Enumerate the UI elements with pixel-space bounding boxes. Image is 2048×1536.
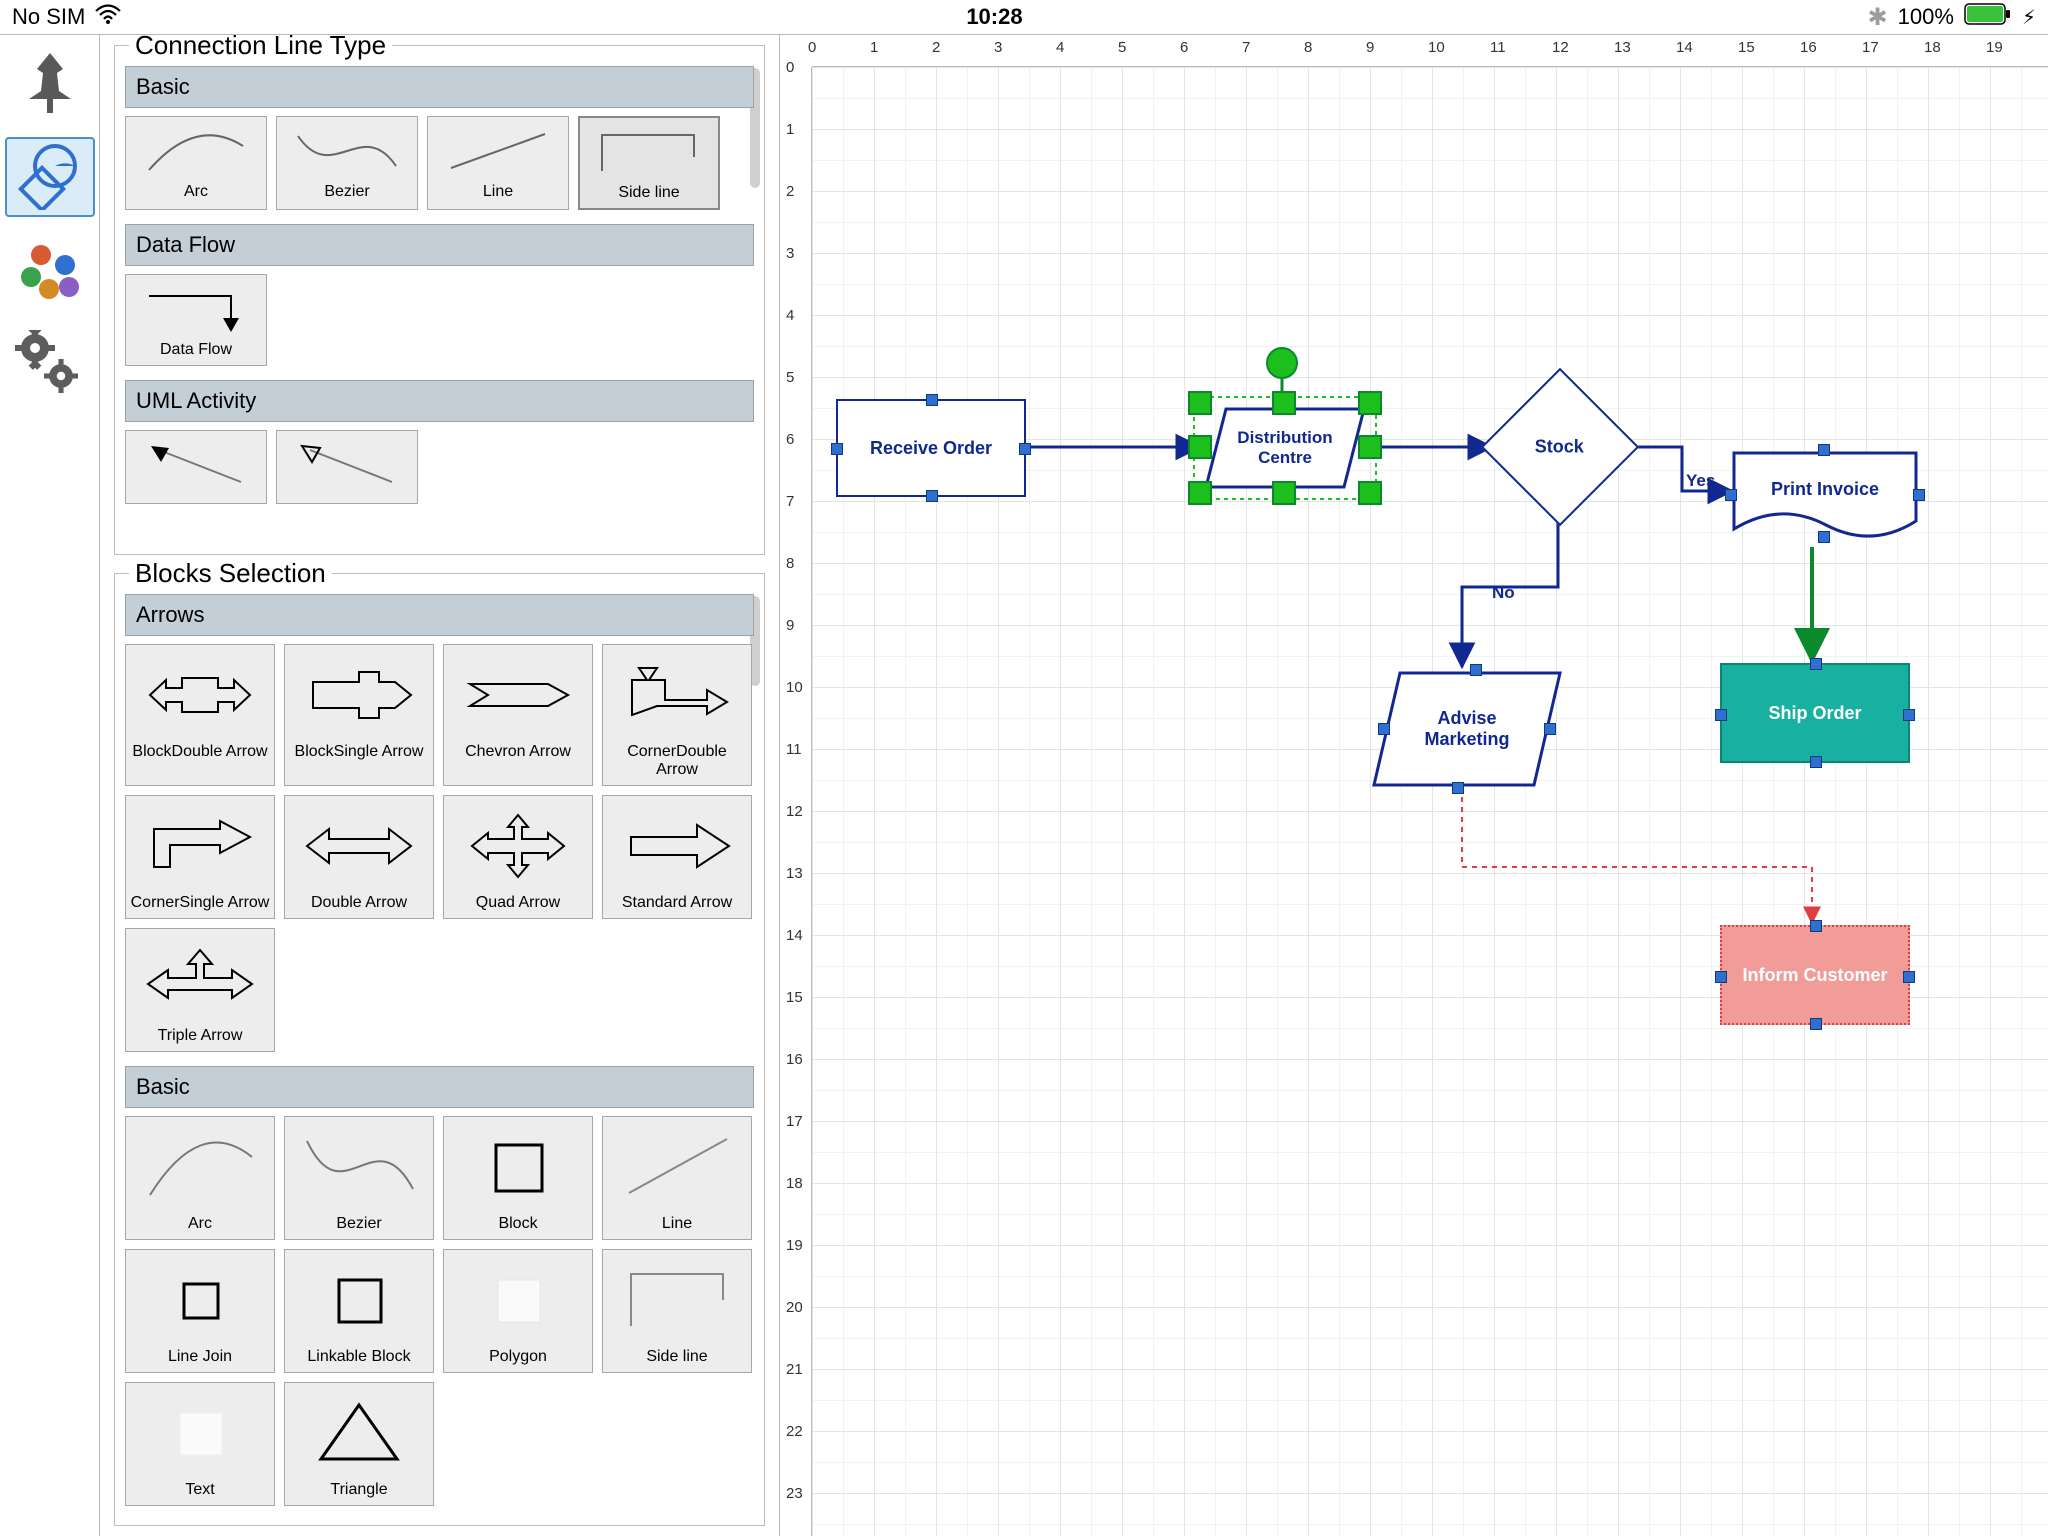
tile-chevron-arrow[interactable]: Chevron Arrow	[443, 644, 593, 786]
section-basic-blocks[interactable]: Basic	[125, 1066, 754, 1108]
charging-icon: ⚡︎	[2022, 5, 2036, 30]
panel-blocks-selection: Blocks Selection Arrows BlockDouble Arro…	[114, 573, 765, 1526]
tool-colors[interactable]	[5, 231, 95, 311]
tile-basic-line[interactable]: Line	[602, 1116, 752, 1240]
node-inform-customer[interactable]: Inform Customer	[1720, 925, 1910, 1025]
node-receive-order[interactable]: Receive Order	[836, 399, 1026, 497]
tile-basic-block[interactable]: Block	[443, 1116, 593, 1240]
tile-block-double-arrow[interactable]: BlockDouble Arrow	[125, 644, 275, 786]
tile-basic-arc[interactable]: Arc	[125, 1116, 275, 1240]
bluetooth-icon: ✱	[1868, 3, 1888, 32]
section-basic[interactable]: Basic	[125, 66, 754, 108]
canvas[interactable]: 01234567891011121314151617181920 0123456…	[780, 35, 2048, 1536]
tile-text[interactable]: Text	[125, 1382, 275, 1506]
node-print-invoice[interactable]: Print Invoice	[1732, 451, 1918, 547]
tile-bezier[interactable]: Bezier	[276, 116, 418, 210]
battery-icon	[1964, 3, 2012, 31]
node-start[interactable]	[1266, 347, 1298, 379]
section-uml-activity[interactable]: UML Activity	[125, 380, 754, 422]
tile-data-flow[interactable]: Data Flow	[125, 274, 267, 366]
section-data-flow[interactable]: Data Flow	[125, 224, 754, 266]
ruler-vertical: 0123456789101112131415161718192021222324	[780, 67, 812, 1536]
tile-block-single-arrow[interactable]: BlockSingle Arrow	[284, 644, 434, 786]
tile-linkable-block[interactable]: Linkable Block	[284, 1249, 434, 1373]
tile-polygon[interactable]: Polygon	[443, 1249, 593, 1373]
section-arrows[interactable]: Arrows	[125, 594, 754, 636]
tile-line-join[interactable]: Line Join	[125, 1249, 275, 1373]
tile-double-arrow[interactable]: Double Arrow	[284, 795, 434, 919]
battery-percent: 100%	[1898, 4, 1954, 30]
flow-connectors	[812, 67, 2048, 1536]
tool-shapes[interactable]	[5, 137, 95, 217]
node-advise-marketing[interactable]: Advise Marketing	[1372, 671, 1562, 787]
tile-line[interactable]: Line	[427, 116, 569, 210]
ruler-horizontal: 01234567891011121314151617181920	[812, 35, 2048, 67]
left-tool-rail	[0, 35, 100, 1536]
tile-corner-double-arrow[interactable]: CornerDouble Arrow	[602, 644, 752, 786]
status-time: 10:28	[966, 4, 1022, 30]
side-panels: Connection Line Type Basic Arc Bezier	[100, 35, 780, 1536]
tile-side-line[interactable]: Side line	[578, 116, 720, 210]
tile-uml-1[interactable]	[125, 430, 267, 504]
status-bar: No SIM 10:28 ✱ 100% ⚡︎	[0, 0, 2048, 34]
tile-arc[interactable]: Arc	[125, 116, 267, 210]
node-ship-order[interactable]: Ship Order	[1720, 663, 1910, 763]
node-distribution-centre[interactable]: Distribution Centre	[1204, 407, 1366, 489]
wifi-icon	[95, 4, 121, 30]
tool-settings[interactable]	[5, 325, 95, 405]
tile-standard-arrow[interactable]: Standard Arrow	[602, 795, 752, 919]
label-no: No	[1492, 583, 1515, 603]
tile-quad-arrow[interactable]: Quad Arrow	[443, 795, 593, 919]
tile-triple-arrow[interactable]: Triple Arrow	[125, 928, 275, 1052]
panel-connection-line-type: Connection Line Type Basic Arc Bezier	[114, 45, 765, 555]
label-yes: Yes	[1686, 471, 1715, 491]
tile-uml-2[interactable]	[276, 430, 418, 504]
tile-corner-single-arrow[interactable]: CornerSingle Arrow	[125, 795, 275, 919]
tile-basic-bezier[interactable]: Bezier	[284, 1116, 434, 1240]
tool-pin[interactable]	[5, 43, 95, 123]
tile-triangle[interactable]: Triangle	[284, 1382, 434, 1506]
sim-status: No SIM	[12, 4, 85, 30]
tile-basic-side-line[interactable]: Side line	[602, 1249, 752, 1373]
